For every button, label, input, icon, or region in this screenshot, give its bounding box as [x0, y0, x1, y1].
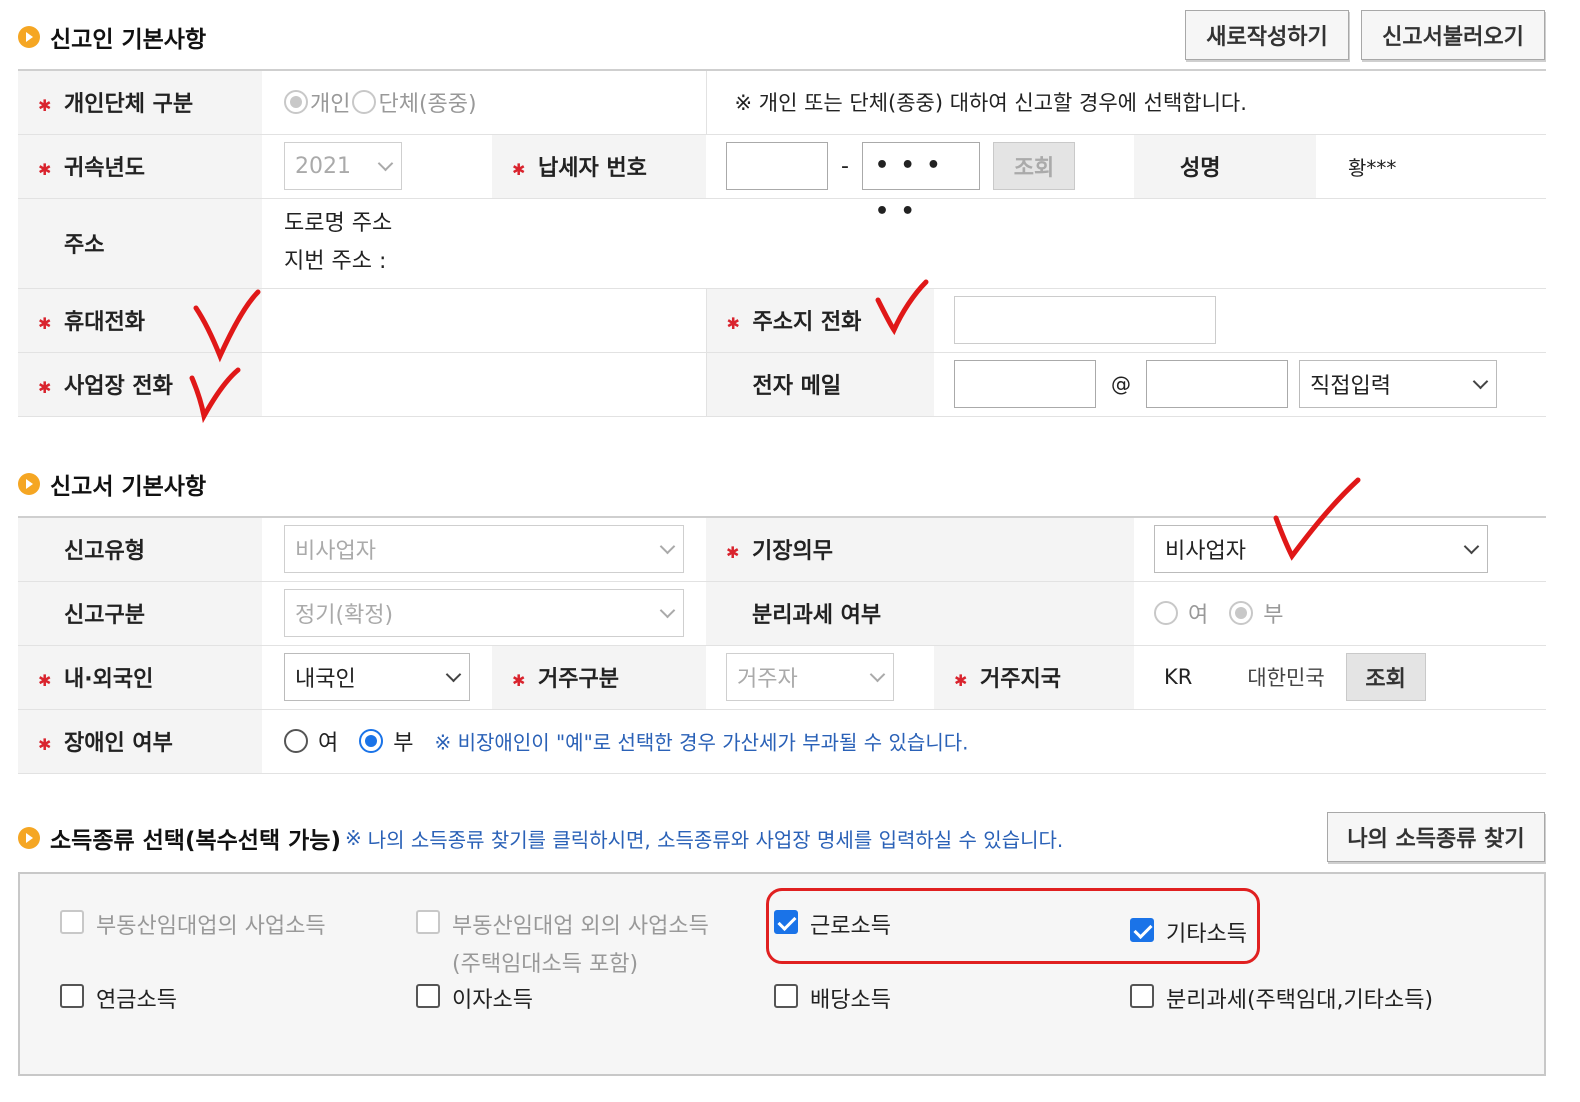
country-code: KR — [1164, 665, 1193, 689]
real-estate-rental-checkbox[interactable] — [60, 910, 84, 934]
income-item-real-estate-rental[interactable]: 부동산임대업의 사업소득 — [60, 908, 326, 940]
type-radio-group: 개인 단체(종중) — [262, 70, 706, 135]
taxpayer-no-label: ✱ 납세자 번호 — [492, 134, 706, 199]
find-my-income-button[interactable]: 나의 소득종류 찾기 — [1327, 812, 1545, 862]
type-note: ※ 개인 또는 단체(종중) 대하여 신고할 경우에 선택합니다. — [705, 70, 1546, 135]
required-star-icon: ✱ — [38, 734, 52, 754]
chevron-down-icon — [1463, 538, 1480, 555]
income-note-mark: ※ — [344, 826, 362, 850]
required-star-icon: ✱ — [38, 313, 52, 333]
interest-income-checkbox[interactable] — [416, 984, 440, 1008]
nationality-label: ✱ 내·외국인 — [18, 645, 262, 710]
required-star-icon: ✱ — [38, 159, 52, 179]
residence-select[interactable]: 거주자 — [726, 653, 894, 701]
category-select[interactable]: 정기(확정) — [284, 589, 684, 637]
name-value: 황*** — [1316, 134, 1546, 199]
separate-tax-label: 분리과세 여부 — [706, 581, 1134, 646]
disabled-label: ✱ 장애인 여부 — [18, 709, 262, 774]
year-select[interactable]: 2021 — [284, 142, 402, 190]
required-star-icon: ✱ — [512, 670, 526, 690]
home-phone-field[interactable] — [954, 296, 1216, 344]
report-type-select[interactable]: 비사업자 — [284, 525, 684, 574]
email-group: @ 직접입력 — [934, 352, 1546, 417]
separate-tax-radio-group: 여 부 — [1134, 581, 1546, 646]
taxpayer-no-field-2[interactable]: • • • • • — [861, 142, 980, 224]
required-star-icon: ✱ — [38, 670, 52, 690]
section-bullet-icon — [18, 473, 40, 495]
mobile-label: ✱ 휴대전화 — [18, 288, 262, 353]
taxpayer-no-group: - • • • • • 조회 — [706, 134, 1134, 224]
dividend-income-checkbox[interactable] — [774, 984, 798, 1008]
email-domain-field[interactable] — [1146, 360, 1288, 408]
separate-tax-no-radio[interactable] — [1229, 601, 1254, 625]
report-section-title: 신고서 기본사항 — [50, 474, 207, 500]
section-bullet-icon — [18, 26, 40, 48]
pension-income-checkbox[interactable] — [60, 984, 84, 1008]
new-report-button[interactable]: 새로작성하기 — [1185, 10, 1349, 60]
income-item-pension[interactable]: 연금소득 — [60, 982, 177, 1014]
country-name: 대한민국 — [1247, 666, 1325, 690]
taxpayer-lookup-button[interactable]: 조회 — [992, 142, 1075, 190]
income-item-dividend[interactable]: 배당소득 — [774, 982, 891, 1014]
chevron-down-icon — [377, 155, 394, 171]
email-domain-select[interactable]: 직접입력 — [1299, 360, 1497, 408]
required-star-icon: ✱ — [38, 95, 52, 115]
section-bullet-icon — [18, 827, 40, 849]
non-rental-business-checkbox[interactable] — [416, 910, 440, 934]
country-lookup-button[interactable]: 조회 — [1345, 653, 1426, 701]
income-section-title: 소득종류 선택(복수선택 가능) — [50, 828, 341, 854]
reporter-section-title: 신고인 기본사항 — [50, 27, 207, 53]
income-note: 나의 소득종류 찾기를 클릭하시면, 소득종류와 사업장 명세를 입력하실 수 … — [367, 827, 1064, 852]
report-form-table: 신고유형 비사업자 ✱ 기장의무 비사업자 신고구분 정기(확정) 분리과세 여부… — [18, 516, 1546, 774]
disabled-no-radio[interactable] — [359, 729, 384, 753]
chevron-down-icon — [869, 666, 886, 682]
required-star-icon: ✱ — [954, 670, 968, 690]
residence-label: ✱ 거주구분 — [492, 645, 706, 710]
chevron-down-icon — [659, 602, 676, 618]
required-star-icon: ✱ — [512, 159, 526, 179]
type-individual-radio[interactable] — [284, 90, 308, 115]
income-section-header: 소득종류 선택(복수선택 가능) ※ 나의 소득종류 찾기를 클릭하시면, 소득… — [18, 821, 1063, 855]
required-star-icon: ✱ — [38, 377, 52, 397]
email-label: 전자 메일 — [705, 352, 934, 417]
type-label: ✱ 개인단체 구분 — [18, 70, 262, 135]
income-item-separate-tax[interactable]: 분리과세(주택임대,기타소득) — [1130, 982, 1433, 1014]
report-section-header: 신고서 기본사항 — [18, 467, 206, 501]
type-group-radio[interactable] — [352, 90, 377, 115]
address-label: 주소 — [18, 198, 262, 289]
residence-country-label: ✱ 거주지국 — [934, 645, 1134, 710]
disabled-radio-group: 여 부 ※ 비장애인이 "예"로 선택한 경우 가산세가 부과될 수 있습니다. — [262, 709, 1546, 774]
reporter-section-header: 신고인 기본사항 — [18, 20, 206, 54]
name-label: 성명 — [1134, 134, 1316, 199]
disabled-yes-radio[interactable] — [284, 729, 308, 753]
year-label: ✱ 귀속년도 — [18, 134, 262, 199]
report-type-label: 신고유형 — [18, 517, 262, 582]
required-star-icon: ✱ — [726, 542, 740, 562]
separate-tax-income-checkbox[interactable] — [1130, 984, 1154, 1008]
bookkeeping-label: ✱ 기장의무 — [706, 517, 1134, 582]
home-phone-label: ✱ 주소지 전화 — [705, 288, 934, 353]
disabled-note: ※ 비장애인이 "예"로 선택한 경우 가산세가 부과될 수 있습니다. — [434, 730, 969, 755]
mobile-value — [262, 288, 706, 353]
separate-tax-yes-radio[interactable] — [1154, 601, 1178, 625]
income-item-interest[interactable]: 이자소득 — [416, 982, 533, 1014]
email-id-field[interactable] — [954, 360, 1096, 408]
income-item-non-rental-business[interactable]: 부동산임대업 외의 사업소득 (주택임대소득 포함) — [416, 908, 709, 978]
business-phone-value — [262, 352, 706, 417]
category-label: 신고구분 — [18, 581, 262, 646]
reporter-form-table: ✱ 개인단체 구분 개인 단체(종중) ※ 개인 또는 단체(종중) 대하여 신고할… — [18, 69, 1546, 417]
residence-country-group: KR 대한민국 조회 — [1134, 645, 1546, 710]
load-report-button[interactable]: 신고서불러오기 — [1361, 10, 1545, 60]
highlight-box — [766, 888, 1260, 964]
chevron-down-icon — [445, 666, 462, 682]
nationality-select[interactable]: 내국인 — [284, 653, 470, 701]
chevron-down-icon — [1472, 373, 1489, 389]
required-star-icon: ✱ — [726, 313, 740, 333]
taxpayer-no-field-1[interactable] — [726, 142, 828, 190]
bookkeeping-select[interactable]: 비사업자 — [1154, 525, 1488, 574]
chevron-down-icon — [659, 538, 676, 555]
lot-address: 지번 주소 : — [284, 249, 387, 274]
business-phone-label: ✱ 사업장 전화 — [18, 352, 262, 417]
